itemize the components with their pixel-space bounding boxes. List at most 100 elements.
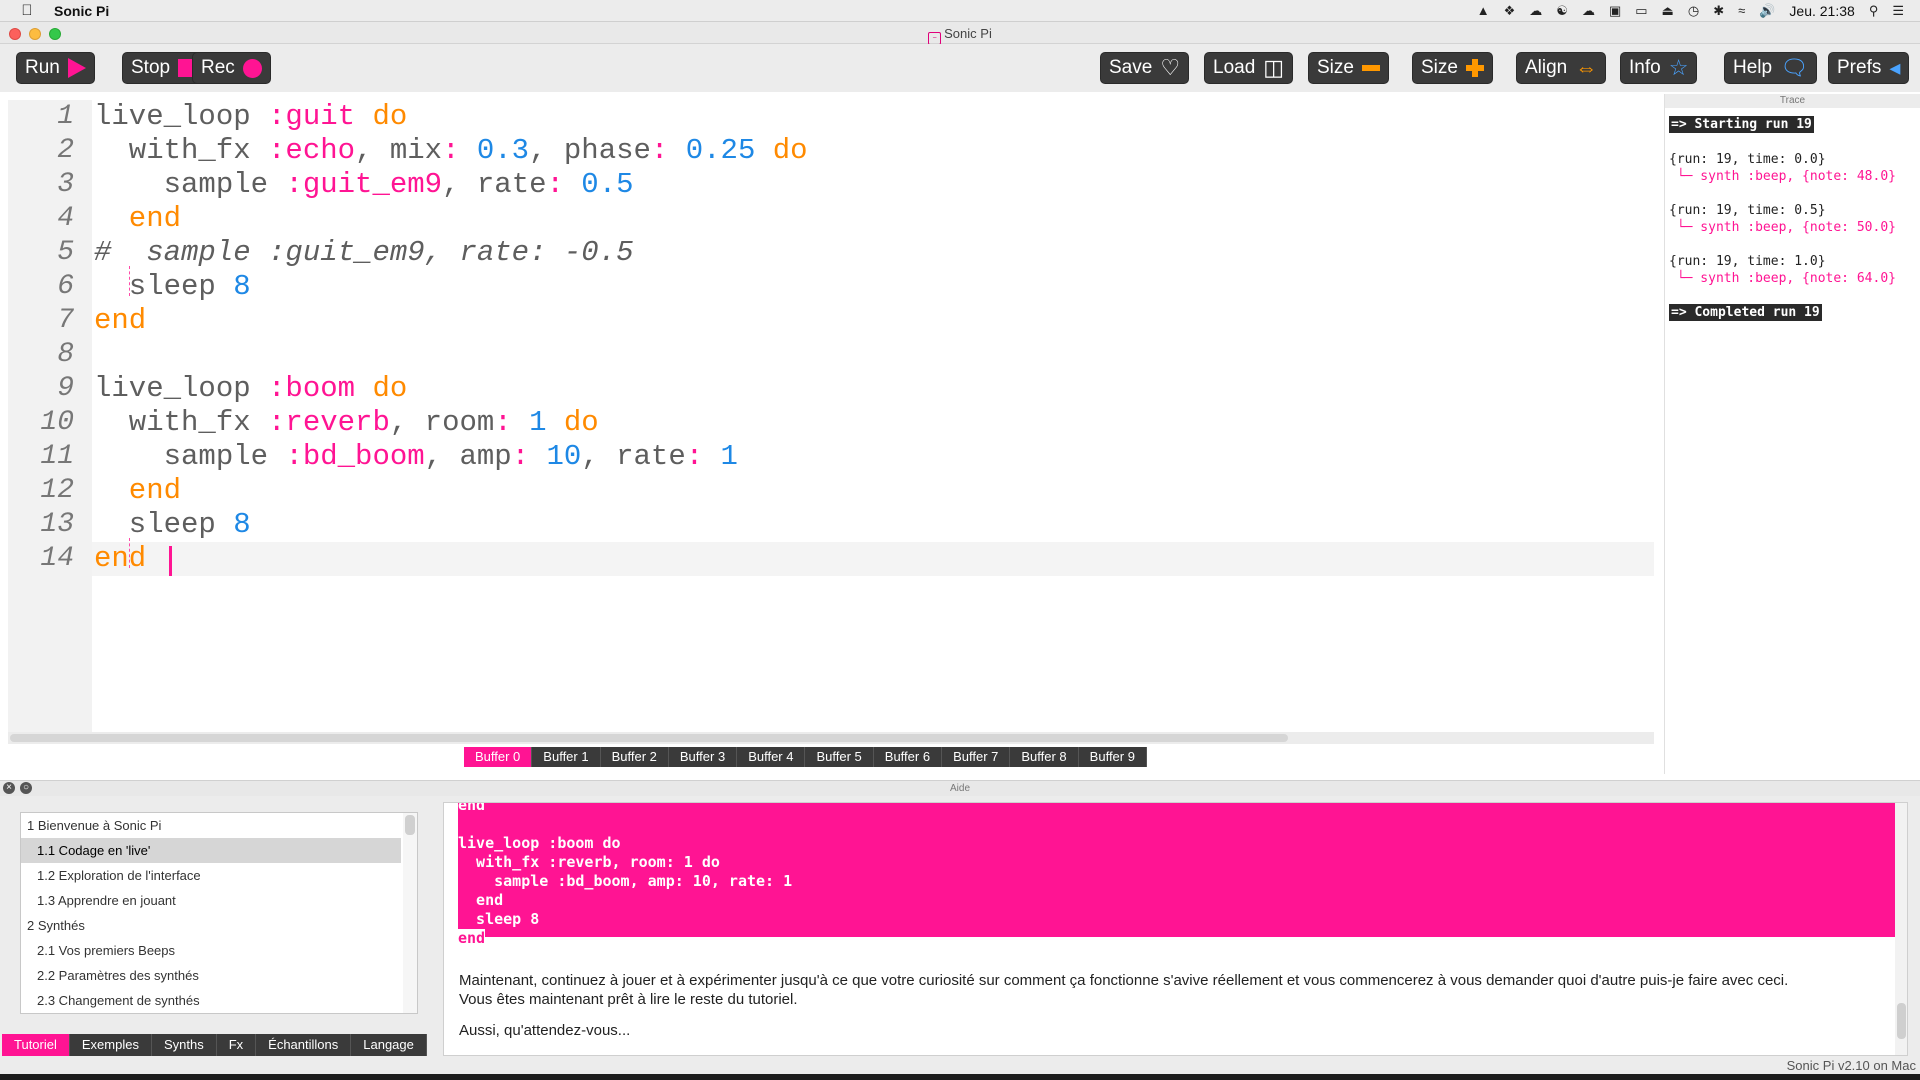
- help-button[interactable]: Help 🗨: [1724, 52, 1818, 84]
- save-label: Save: [1109, 57, 1153, 78]
- app-menu[interactable]: Sonic Pi: [54, 3, 109, 19]
- menu-bar:  Sonic Pi ▲ ❖ ☁ ☯ ☁ ▣ ▭ ⏏ ◷ ✱ ≈ 🔊 Jeu. …: [0, 0, 1920, 22]
- help-doc-scrollbar[interactable]: [1895, 803, 1907, 1055]
- buffer-tab-8[interactable]: Buffer 8: [1010, 747, 1079, 767]
- volume-icon[interactable]: 🔊: [1759, 3, 1775, 19]
- help-tab-1[interactable]: Exemples: [69, 1034, 152, 1056]
- code-token: live_loop: [94, 372, 269, 405]
- size-up-button[interactable]: Size: [1412, 52, 1493, 84]
- buffer-tab-9[interactable]: Buffer 9: [1078, 747, 1147, 767]
- code-token: do: [355, 100, 408, 133]
- line-number: 5: [57, 237, 74, 268]
- line-number: 6: [57, 271, 74, 302]
- help-tab-5[interactable]: Langage: [351, 1034, 427, 1056]
- trace-entry-head: {run: 19, time: 0.5}: [1669, 203, 1826, 218]
- toc-item[interactable]: 2.1 Vos premiers Beeps: [21, 938, 401, 963]
- toc-item[interactable]: 2 Synthés: [21, 913, 401, 938]
- code-token: do: [355, 372, 408, 405]
- code-token: :: [546, 168, 564, 201]
- code-token: 0.5: [563, 168, 634, 201]
- time-machine-icon[interactable]: ◷: [1688, 3, 1699, 19]
- code-token: 0.3: [459, 134, 530, 167]
- code-token: :echo: [268, 134, 356, 167]
- line-number: 13: [40, 509, 74, 540]
- spotlight-icon[interactable]: ⚲: [1869, 3, 1879, 19]
- help-tab-0[interactable]: Tutoriel: [2, 1034, 70, 1056]
- code-token: end: [94, 304, 147, 337]
- help-code-text: with_fx :reverb, room: 1 do: [458, 853, 720, 871]
- help-code-text: end: [458, 929, 486, 947]
- trace-completed: => Completed run 19: [1669, 304, 1822, 321]
- buffer-tab-5[interactable]: Buffer 5: [805, 747, 874, 767]
- scrollbar-thumb[interactable]: [1897, 1003, 1906, 1039]
- load-button[interactable]: Load ◫: [1204, 52, 1294, 84]
- toc-item[interactable]: 1.3 Apprendre en jouant: [21, 888, 401, 913]
- code-token: :bd_boom: [285, 440, 425, 473]
- help-tab-2[interactable]: Synths: [151, 1034, 217, 1056]
- line-number: 7: [57, 305, 74, 336]
- help-tab-4[interactable]: Échantillons: [256, 1034, 352, 1056]
- creative-cloud-icon[interactable]: ☁: [1582, 3, 1595, 19]
- editor-horizontal-scrollbar[interactable]: [8, 732, 1654, 744]
- code-token: sleep: [94, 270, 234, 303]
- toc-item[interactable]: 1 Bienvenue à Sonic Pi: [21, 813, 401, 838]
- line-number: 14: [40, 543, 74, 574]
- toc-item[interactable]: 1.2 Exploration de l'interface: [21, 863, 401, 888]
- prefs-button[interactable]: Prefs ◂: [1828, 52, 1910, 84]
- buffer-tab-4[interactable]: Buffer 4: [737, 747, 806, 767]
- current-line-highlight: [92, 542, 1654, 576]
- toc-item[interactable]: 2.2 Paramètres des synthés: [21, 963, 401, 988]
- wifi-icon[interactable]: ≈: [1738, 3, 1745, 18]
- buffer-tab-7[interactable]: Buffer 7: [942, 747, 1011, 767]
- cloud-icon[interactable]: ☁: [1529, 3, 1542, 19]
- help-panel-title: Aide: [0, 780, 1920, 796]
- info-button[interactable]: Info ☆: [1620, 52, 1698, 84]
- display-icon[interactable]: ▭: [1635, 3, 1647, 19]
- buffer-tab-1[interactable]: Buffer 1: [532, 747, 601, 767]
- toc-item[interactable]: 1.1 Codage en 'live': [21, 838, 401, 863]
- window-title-bar: ~ Sonic Pi: [0, 22, 1920, 45]
- buffer-tab-3[interactable]: Buffer 3: [668, 747, 738, 767]
- dropbox-icon[interactable]: ❖: [1504, 3, 1516, 19]
- toc-scrollbar[interactable]: [403, 813, 417, 1013]
- size-down-button[interactable]: Size: [1308, 52, 1389, 84]
- code-token: sample: [94, 440, 286, 473]
- scrollbar-thumb[interactable]: [10, 734, 1288, 742]
- align-label: Align: [1525, 57, 1568, 78]
- heart-icon: ♡: [1160, 55, 1181, 80]
- line-number: 3: [57, 169, 74, 200]
- buffer-tab-2[interactable]: Buffer 2: [600, 747, 669, 767]
- drive-icon[interactable]: ▲: [1477, 3, 1490, 18]
- notification-center-icon[interactable]: ☰: [1892, 3, 1904, 19]
- stop-label: Stop: [131, 57, 171, 78]
- scrollbar-thumb[interactable]: [405, 815, 415, 835]
- toc-item[interactable]: 2.3 Changement de synthés: [21, 988, 401, 1013]
- code-token: :: [685, 440, 704, 473]
- sync-icon[interactable]: ☯: [1556, 3, 1568, 19]
- help-close-icon[interactable]: ×: [3, 782, 15, 794]
- save-button[interactable]: Save ♡: [1100, 52, 1190, 84]
- align-button[interactable]: Align ⇔: [1516, 52, 1607, 84]
- bluetooth-icon[interactable]: ✱: [1713, 3, 1724, 19]
- help-tab-3[interactable]: Fx: [216, 1034, 257, 1056]
- buffer-tab-0[interactable]: Buffer 0: [464, 747, 533, 767]
- code-line: with_fx :reverb, room: 1 do: [94, 406, 599, 440]
- buffer-tab-6[interactable]: Buffer 6: [873, 747, 943, 767]
- eject-icon[interactable]: ⏏: [1662, 3, 1674, 19]
- info-label: Info: [1629, 57, 1661, 78]
- line-number: 10: [40, 407, 74, 438]
- trace-title: Trace: [1665, 94, 1920, 108]
- code-line: sample :guit_em9, rate: 0.5: [94, 168, 634, 202]
- rec-button[interactable]: Rec: [192, 52, 271, 84]
- window-title-text: Sonic Pi: [944, 26, 992, 41]
- help-paragraph: Vous êtes maintenant prêt à lire le rest…: [459, 991, 798, 1008]
- code-token: # sample :guit_em9, rate: -0.5: [94, 236, 634, 269]
- code-token: 10: [529, 440, 582, 473]
- help-code-text: end: [458, 891, 504, 909]
- run-button[interactable]: Run: [16, 52, 95, 84]
- code-editor[interactable]: 1 2 3 4 5 6 7 8 9 10 11 12 13 14 live_loop :guit do w…: [8, 100, 1654, 735]
- apple-icon[interactable]: : [0, 2, 54, 19]
- screenshot-icon[interactable]: ▣: [1609, 3, 1621, 19]
- help-float-icon[interactable]: ○: [20, 782, 32, 794]
- clock[interactable]: Jeu. 21:38: [1789, 3, 1854, 19]
